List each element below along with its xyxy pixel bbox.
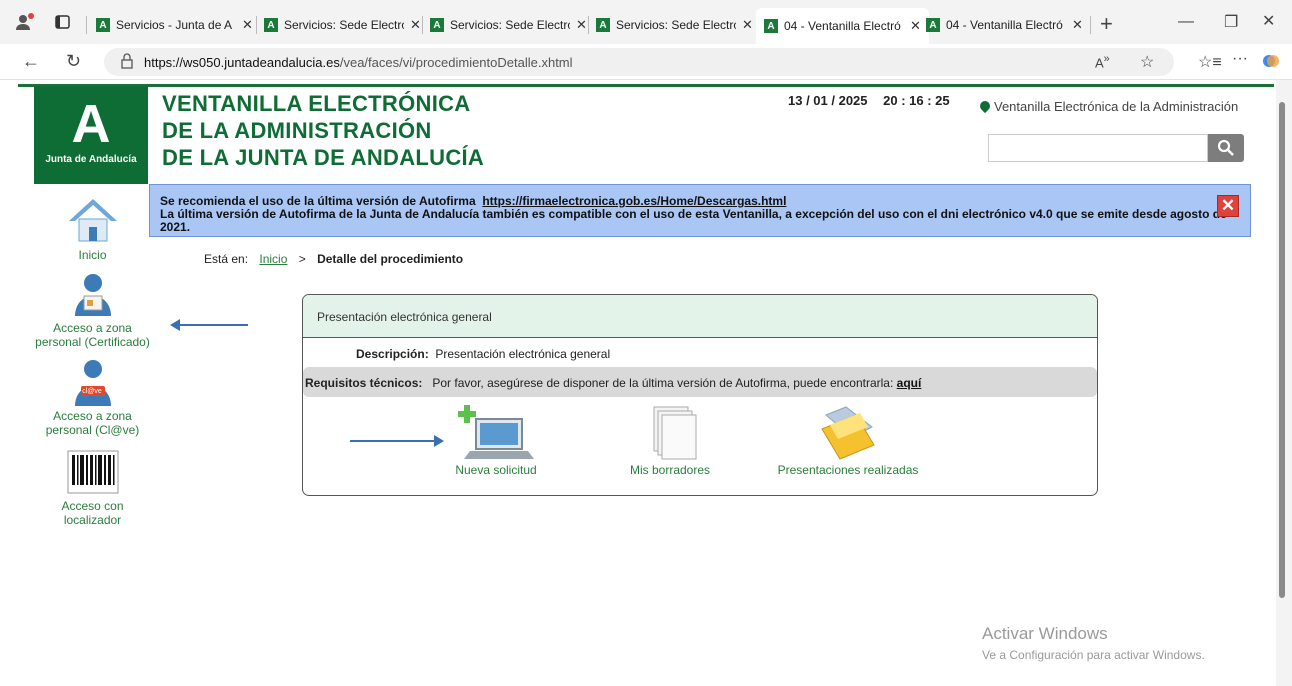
- reload-icon[interactable]: ↻: [66, 51, 81, 72]
- page-title: VENTANILLA ELECTRÓNICA DE LA ADMINISTRAC…: [162, 91, 485, 170]
- back-icon[interactable]: ←: [22, 51, 40, 72]
- certificate-user-icon: [74, 274, 111, 316]
- minimize-icon[interactable]: —: [1178, 13, 1194, 31]
- restore-icon[interactable]: ❐: [1224, 12, 1238, 32]
- barcode-icon: [67, 450, 118, 494]
- location-link[interactable]: Ventanilla Electrónica de la Administrac…: [977, 98, 1238, 114]
- submitted-button[interactable]: Presentaciones realizadas: [773, 405, 923, 477]
- more-menu-icon[interactable]: ···: [1232, 50, 1248, 68]
- junta-favicon-icon: A: [264, 18, 278, 32]
- autofirma-notice: Se recomienda el uso de la última versió…: [149, 184, 1251, 237]
- browser-tab[interactable]: A Servicios: Sede Electró ✕: [430, 12, 587, 38]
- search-button[interactable]: [1208, 134, 1244, 162]
- date-time: 13 / 01 / 2025 20 : 16 : 25: [788, 93, 950, 108]
- favorites-list-icon[interactable]: ☆≡: [1198, 52, 1222, 72]
- junta-favicon-icon: A: [96, 18, 110, 32]
- new-request-button[interactable]: Nueva solicitud: [451, 405, 541, 477]
- breadcrumb-current: Detalle del procedimiento: [317, 252, 464, 266]
- browser-tab[interactable]: A Servicios: Sede Electró ✕: [596, 12, 753, 38]
- url-host: https://ws050.juntadeandalucia.es: [144, 54, 340, 70]
- browser-tab[interactable]: A Servicios: Sede Electró ✕: [264, 12, 421, 38]
- drafts-documents-icon: [653, 406, 697, 460]
- browser-tab-bar: A Servicios - Junta de A ✕ A Servicios: Sed…: [0, 0, 1292, 44]
- junta-logo[interactable]: A Junta de Andalucía: [34, 86, 148, 184]
- search-icon: [1217, 139, 1234, 156]
- tab-actions-icon[interactable]: [55, 14, 71, 35]
- procedure-card: Presentación electrónica general Descrip…: [302, 294, 1098, 496]
- annotation-arrow-left: [170, 319, 248, 331]
- clave-user-icon: [74, 360, 111, 406]
- close-notice-button[interactable]: ✕: [1217, 195, 1239, 217]
- junta-favicon-icon: A: [764, 19, 778, 33]
- sidebar-item-clave[interactable]: cl@ve Acceso a zona personal (Cl@ve): [0, 358, 185, 437]
- breadcrumb-home-link[interactable]: Inicio: [259, 252, 287, 266]
- description-row: Descripción: Presentación electrónica ge…: [356, 347, 611, 361]
- windows-activation-watermark: Activar Windows Ve a Configuración para …: [982, 624, 1205, 662]
- junta-favicon-icon: A: [926, 18, 940, 32]
- search-input[interactable]: [988, 134, 1208, 162]
- address-bar-row: ← ↻ https://ws050.juntadeandalucia.es/ve…: [0, 44, 1292, 80]
- page-scrollbar[interactable]: [1276, 80, 1292, 686]
- drafts-button[interactable]: Mis borradores: [625, 405, 715, 477]
- browser-tab[interactable]: A 04 - Ventanilla Electró ✕: [926, 12, 1083, 38]
- sidebar-item-localizador[interactable]: Acceso con localizador: [0, 450, 185, 527]
- close-window-icon[interactable]: ✕: [1262, 11, 1275, 31]
- sidebar-item-inicio[interactable]: Inicio: [0, 197, 185, 262]
- url-path: /vea/faces/vi/procedimientoDetalle.xhtml: [339, 54, 573, 70]
- annotation-arrow-right: [350, 435, 444, 447]
- page-content: A Junta de Andalucía VENTANILLA ELECTRÓN…: [0, 80, 1276, 686]
- current-date: 13 / 01 / 2025: [788, 93, 868, 108]
- browser-tab-active[interactable]: A 04 - Ventanilla Electró ✕: [756, 8, 929, 44]
- url-field[interactable]: https://ws050.juntadeandalucia.es/vea/fa…: [104, 48, 1174, 76]
- browser-tab[interactable]: A Servicios - Junta de A ✕: [96, 12, 253, 38]
- junta-favicon-icon: A: [596, 18, 610, 32]
- requirements-row: Requisitos técnicos: Por favor, asegúres…: [305, 376, 922, 390]
- copilot-icon[interactable]: [1262, 52, 1280, 75]
- read-aloud-icon[interactable]: A»: [1095, 53, 1110, 70]
- location-pin-icon: [977, 98, 993, 114]
- procedure-title: Presentación electrónica general: [303, 295, 1097, 338]
- home-icon: [68, 199, 117, 242]
- autofirma-here-link[interactable]: aquí: [897, 376, 922, 390]
- profile-icon[interactable]: [14, 12, 34, 37]
- autofirma-download-link[interactable]: https://firmaelectronica.gob.es/Home/Des…: [482, 194, 786, 208]
- sidebar-item-certificado[interactable]: Acceso a zona personal (Certificado): [0, 272, 185, 349]
- close-tab-icon[interactable]: ✕: [242, 17, 253, 33]
- folder-icon: [821, 406, 875, 460]
- favorite-star-icon[interactable]: ☆: [1140, 52, 1154, 72]
- close-tab-icon[interactable]: ✕: [410, 17, 421, 33]
- close-tab-icon[interactable]: ✕: [910, 18, 921, 34]
- clave-badge: cl@ve: [82, 388, 102, 395]
- close-tab-icon[interactable]: ✕: [576, 17, 587, 33]
- junta-favicon-icon: A: [430, 18, 444, 32]
- close-tab-icon[interactable]: ✕: [742, 17, 753, 33]
- current-time: 20 : 16 : 25: [883, 93, 950, 108]
- logo-text: Junta de Andalucía: [45, 154, 137, 165]
- breadcrumb: Está en: Inicio > Detalle del procedimie…: [204, 252, 464, 266]
- page-info-icon[interactable]: [120, 53, 134, 72]
- logo-mark: A: [71, 94, 111, 154]
- scrollbar-thumb[interactable]: [1279, 102, 1285, 598]
- new-tab-button[interactable]: +: [1100, 11, 1113, 37]
- header-top-line: [18, 84, 1274, 87]
- new-request-laptop-icon: [458, 405, 534, 459]
- close-tab-icon[interactable]: ✕: [1072, 17, 1083, 33]
